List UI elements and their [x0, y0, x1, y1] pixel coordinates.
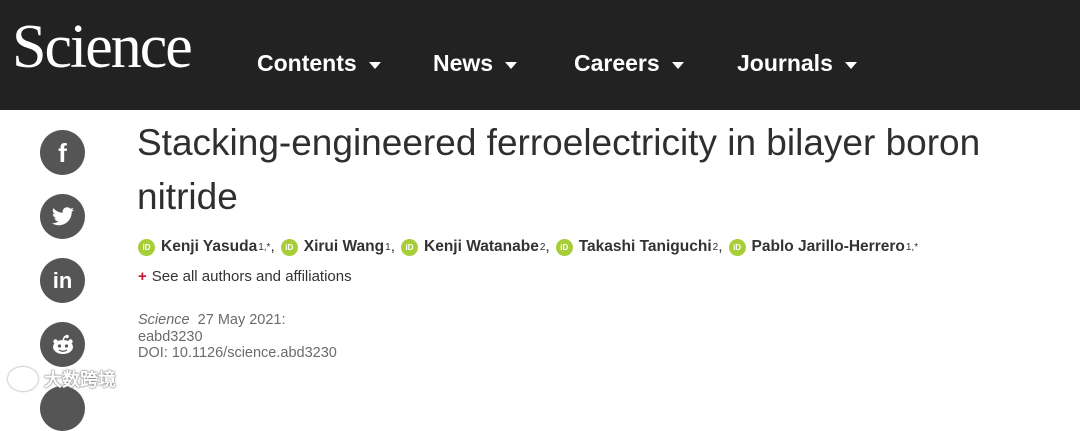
citation-line: Science 27 May 2021:: [138, 312, 337, 329]
share-linkedin-button[interactable]: in: [40, 258, 85, 303]
share-email-button[interactable]: [40, 386, 85, 431]
nav-careers-label: Careers: [574, 50, 660, 76]
article-id: eabd3230: [138, 328, 203, 345]
share-facebook-button[interactable]: f: [40, 130, 85, 175]
chevron-down-icon: [844, 61, 857, 69]
twitter-icon: [51, 206, 74, 225]
orcid-icon[interactable]: iD: [555, 238, 573, 256]
site-header: Science Contents News Careers Journals: [0, 0, 1080, 110]
facebook-icon: f: [58, 137, 67, 168]
nav-news-label: News: [433, 50, 494, 76]
doi[interactable]: DOI: 10.1126/science.abd3230: [138, 345, 337, 362]
see-all-authors-label: See all authors and affiliations: [151, 268, 352, 285]
orcid-icon[interactable]: iD: [138, 238, 155, 256]
science-logo[interactable]: Science: [12, 16, 193, 78]
watermark: 大数跨境: [8, 366, 116, 392]
orcid-icon[interactable]: iD: [728, 238, 746, 256]
nav-careers[interactable]: Careers: [574, 50, 684, 77]
chevron-down-icon: [368, 61, 381, 69]
reddit-icon: [52, 334, 73, 354]
article-title: Stacking-engineered ferroelectricity in …: [137, 122, 981, 217]
author-list: iD Kenji Yasuda 1,*, iD Xirui Wang 1, iD…: [138, 238, 918, 256]
nav-journals-label: Journals: [737, 50, 833, 76]
chevron-down-icon: [671, 61, 684, 69]
orcid-icon[interactable]: iD: [401, 238, 418, 256]
author-affiliation: 1,*: [258, 241, 271, 253]
author-name[interactable]: Kenji Yasuda: [161, 238, 257, 256]
watermark-logo-icon: [8, 367, 38, 391]
journal-name: Science: [138, 312, 190, 328]
nav-journals[interactable]: Journals: [737, 50, 857, 77]
watermark-text: 大数跨境: [44, 370, 116, 390]
author-name[interactable]: Xirui Wang: [304, 238, 384, 256]
nav-contents[interactable]: Contents: [257, 50, 381, 77]
author-name[interactable]: Takashi Taniguchi: [579, 238, 712, 256]
plus-icon: +: [138, 268, 147, 285]
share-reddit-button[interactable]: [40, 322, 85, 367]
nav-news[interactable]: News: [433, 50, 518, 77]
linkedin-icon: in: [52, 267, 73, 293]
chevron-down-icon: [505, 61, 518, 69]
citation-info: Science 27 May 2021: eabd3230 DOI: 10.11…: [138, 312, 337, 362]
publication-date: 27 May 2021:: [197, 312, 286, 328]
author-name[interactable]: Pablo Jarillo-Herrero: [752, 238, 905, 256]
author-name[interactable]: Kenji Watanabe: [424, 238, 539, 256]
orcid-icon[interactable]: iD: [280, 238, 298, 256]
see-all-authors-link[interactable]: + See all authors and affiliations: [138, 268, 352, 285]
nav-contents-label: Contents: [257, 50, 357, 76]
share-twitter-button[interactable]: [40, 194, 85, 239]
author-affiliation: 1,*: [905, 241, 919, 253]
